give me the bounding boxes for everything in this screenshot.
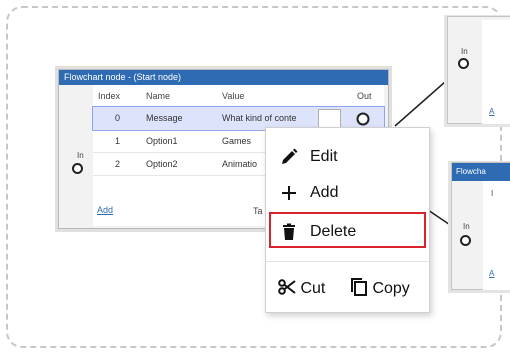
in-port[interactable] — [458, 58, 469, 69]
in-port[interactable] — [460, 235, 471, 246]
truncated-label: Ta — [253, 206, 263, 216]
scissors-icon — [278, 279, 296, 295]
copy-icon — [351, 278, 367, 296]
cut-button[interactable]: Cut — [278, 278, 325, 298]
row-index: 1 — [115, 136, 121, 146]
add-link[interactable]: A — [489, 269, 494, 278]
add-row-link[interactable]: Add — [97, 205, 113, 215]
table-header: Index Name Value Out — [93, 85, 384, 105]
copy-button[interactable]: Copy — [350, 278, 410, 298]
column-header-name: Name — [146, 91, 171, 101]
node-body — [482, 20, 510, 124]
in-label: In — [463, 222, 470, 231]
node-title: Flowchart node - (Start node) — [59, 70, 388, 85]
row-index: 2 — [115, 159, 121, 169]
node-title: Flowcha — [452, 163, 510, 181]
value-edit-button[interactable] — [318, 109, 341, 128]
row-name: Option1 — [146, 136, 178, 146]
copy-label: Copy — [372, 280, 410, 297]
in-label: In — [77, 151, 84, 160]
row-name: Option2 — [146, 159, 178, 169]
node-body — [483, 181, 510, 290]
row-value: Animatio — [222, 159, 258, 169]
menu-separator — [266, 261, 429, 262]
flowchart-node-right-bottom[interactable]: Flowcha I In A — [451, 162, 510, 290]
plus-icon — [282, 186, 296, 200]
add-link[interactable]: A — [489, 107, 494, 116]
row-value: Games — [222, 136, 252, 146]
row-name: Message — [146, 113, 183, 123]
flowchart-node-right-top[interactable]: In A — [447, 16, 510, 124]
in-label: In — [461, 47, 468, 56]
menu-item-label: Edit — [310, 148, 338, 165]
out-port[interactable] — [355, 111, 371, 127]
pencil-icon — [282, 148, 298, 164]
cut-label: Cut — [300, 280, 326, 297]
delete-highlight-frame — [269, 212, 426, 248]
row-value: What kind of conte — [222, 113, 297, 123]
column-header-value: Value — [222, 91, 245, 101]
column-header-index: Index — [98, 91, 121, 101]
column-header: I — [491, 189, 494, 198]
menu-item-edit[interactable]: Edit — [266, 139, 429, 175]
context-menu: Edit Add Delete Cut Copy — [265, 127, 430, 313]
in-port[interactable] — [72, 163, 83, 174]
menu-item-add[interactable]: Add — [266, 175, 429, 211]
column-header-out: Out — [357, 91, 372, 101]
row-index: 0 — [115, 113, 121, 123]
menu-item-label: Add — [310, 184, 339, 201]
